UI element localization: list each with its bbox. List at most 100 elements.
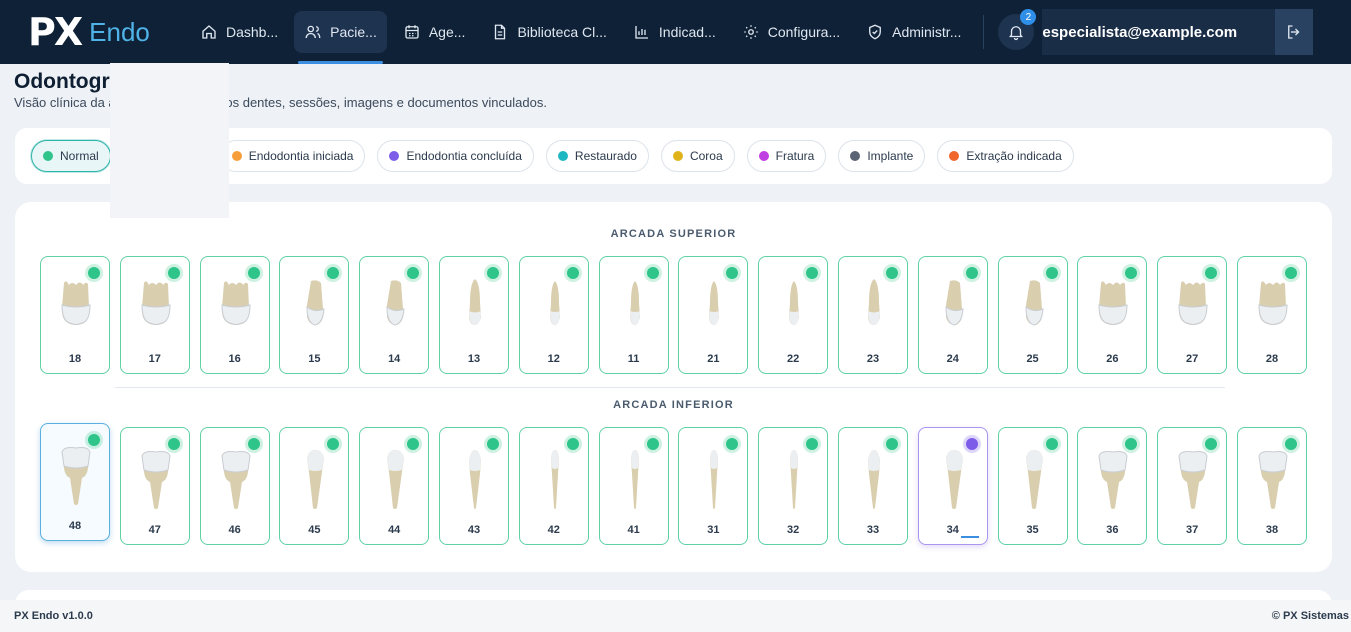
tooth-number: 23 (866, 353, 880, 365)
legend-chip-coroa[interactable]: Coroa (660, 140, 735, 172)
tooth-image (709, 281, 720, 325)
tooth-image (221, 451, 251, 509)
tooth-31[interactable]: 31 (678, 427, 749, 545)
tooth-46[interactable]: 46 (199, 427, 270, 545)
nav-item-calendar[interactable]: Age... (393, 11, 476, 53)
tooth-image (1025, 450, 1043, 509)
tooth-36[interactable]: 36 (1077, 427, 1148, 545)
tooth-status-dot (247, 267, 260, 279)
tooth-status-dot (88, 267, 100, 279)
tooth-23[interactable]: 23 (837, 256, 908, 374)
logo-text: Endo (89, 16, 150, 47)
page-title: Odontogr (14, 70, 110, 93)
tooth-27[interactable]: 27 (1157, 256, 1228, 374)
tooth-status-dot (965, 267, 978, 279)
bar-chart-icon (635, 26, 648, 39)
legend-chip-restaurado[interactable]: Restaurado (545, 140, 649, 172)
tooth-status-dot (885, 267, 898, 279)
tooth-43[interactable]: 43 (438, 427, 509, 545)
nav-divider (983, 15, 985, 49)
tooth-image (1258, 451, 1288, 509)
tooth-32[interactable]: 32 (758, 427, 829, 545)
tooth-number: 21 (707, 353, 720, 365)
nav-dropdown-panel[interactable] (110, 63, 229, 218)
status-dot (850, 151, 861, 161)
tooth-47[interactable]: 47 (119, 427, 190, 545)
tooth-11[interactable]: 11 (598, 256, 669, 374)
legend-chip-fratura[interactable]: Fratura (746, 140, 827, 172)
tooth-41[interactable]: 41 (598, 427, 669, 545)
notification-count-badge: 2 (1020, 9, 1037, 25)
tooth-26[interactable]: 26 (1077, 256, 1148, 374)
tooth-28[interactable]: 28 (1236, 256, 1307, 374)
lower-arch-label: ARCADA INFERIOR (613, 399, 734, 411)
tooth-42[interactable]: 42 (518, 427, 589, 545)
tooth-33[interactable]: 33 (837, 427, 908, 545)
legend-chip-endodontia-concluida[interactable]: Endodontia concluída (377, 140, 534, 172)
legend-chip-label: Restaurado (574, 149, 637, 163)
tooth-18[interactable]: 18 (40, 256, 110, 374)
tooth-image (550, 450, 559, 509)
tooth-image (221, 281, 251, 325)
top-navbar: PX Endo Dashb... Pacie... Age... Biblioteca… (0, 0, 1351, 64)
legend-chip-normal[interactable]: Normal (31, 140, 111, 172)
legend-chip-label: Normal (60, 149, 99, 163)
logout-button[interactable] (1275, 9, 1314, 55)
status-dot (949, 151, 960, 161)
tooth-image (468, 279, 481, 325)
nav-item-label: Biblioteca Cl... (517, 24, 607, 40)
shield-check-icon (869, 24, 882, 40)
tooth-15[interactable]: 15 (279, 256, 350, 374)
tooth-number: 26 (1106, 353, 1119, 365)
nav-item-users[interactable]: Pacie... (294, 11, 387, 64)
notifications-button[interactable]: 2 (998, 9, 1037, 50)
tooth-25[interactable]: 25 (997, 256, 1068, 374)
lower-arch-row: 48 47 46 45 44 43 42 41 31 32 33 34 35 36 37 38 (40, 423, 1317, 545)
tooth-13[interactable]: 13 (438, 256, 509, 374)
tooth-48[interactable]: 48 (40, 423, 110, 541)
nav-item-bar-chart[interactable]: Indicad... (623, 11, 726, 53)
tooth-34[interactable]: 34 (917, 427, 988, 545)
legend-chip-extracao-indicada[interactable]: Extração indicada (937, 140, 1074, 172)
tooth-35[interactable]: 35 (997, 427, 1068, 545)
tooth-image (867, 450, 880, 509)
tooth-number: 25 (1026, 353, 1039, 365)
app-logo[interactable]: PX Endo (28, 13, 178, 51)
tooth-24[interactable]: 24 (917, 256, 988, 374)
tooth-45[interactable]: 45 (279, 427, 350, 545)
tooth-14[interactable]: 14 (359, 256, 430, 374)
tooth-number: 32 (787, 524, 800, 536)
nav-item-shield-check[interactable]: Administr... (856, 11, 971, 53)
status-dot (557, 151, 568, 161)
tooth-image (630, 450, 639, 509)
tooth-number: 33 (866, 524, 880, 536)
tooth-status-dot (167, 438, 180, 450)
tooth-38[interactable]: 38 (1236, 427, 1307, 545)
arch-divider (115, 387, 1225, 388)
tooth-12[interactable]: 12 (518, 256, 589, 374)
legend-chip-endodontia-iniciada[interactable]: Endodontia iniciada (219, 140, 366, 172)
nav-item-gear[interactable]: Configura... (732, 11, 850, 53)
tooth-status-dot (1205, 438, 1218, 450)
tooth-status-dot (167, 267, 180, 279)
main-nav: Dashb... Pacie... Age... Biblioteca Cl... In… (190, 0, 977, 64)
tooth-22[interactable]: 22 (758, 256, 829, 374)
nav-item-document[interactable]: Biblioteca Cl... (481, 11, 616, 53)
user-email[interactable]: especialista@example.com (1042, 9, 1276, 55)
tooth-focus-indicator (960, 536, 979, 538)
nav-item-label: Dashb... (226, 24, 279, 40)
nav-item-home[interactable]: Dashb... (190, 11, 288, 53)
tooth-number: 15 (308, 353, 321, 365)
tooth-status-dot (646, 438, 659, 450)
tooth-number: 46 (228, 524, 241, 536)
status-dot (389, 151, 400, 161)
tooth-17[interactable]: 17 (119, 256, 190, 374)
tooth-37[interactable]: 37 (1157, 427, 1228, 545)
legend-chip-implante[interactable]: Implante (838, 140, 926, 172)
tooth-44[interactable]: 44 (359, 427, 430, 545)
tooth-status-dot (1045, 267, 1058, 279)
gear-icon (744, 25, 758, 39)
tooth-21[interactable]: 21 (678, 256, 749, 374)
tooth-16[interactable]: 16 (199, 256, 270, 374)
tooth-status-dot (486, 438, 499, 450)
